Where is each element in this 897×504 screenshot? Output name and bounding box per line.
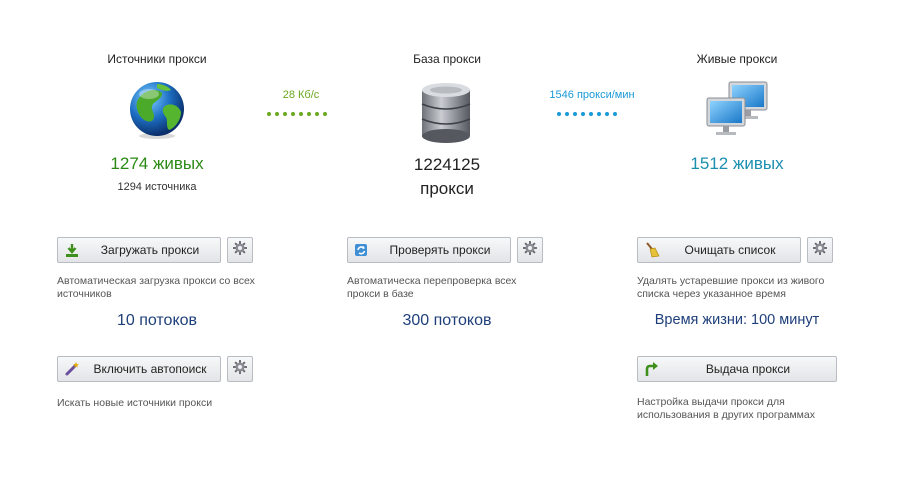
download-icon [64, 242, 80, 258]
load-proxy-label: Загружать прокси [100, 243, 200, 257]
sources-live-count: 1274 живых [110, 154, 204, 173]
autosearch-settings-button[interactable] [227, 356, 253, 382]
database-count-unit: прокси [420, 179, 474, 198]
database-icon [418, 82, 474, 144]
proxy-output-button[interactable]: Выдача прокси [637, 356, 837, 382]
gear-icon [522, 240, 538, 261]
sources-title: Источники прокси [107, 52, 207, 66]
clear-list-description: Удалять устаревшие прокси из живого спис… [637, 275, 825, 300]
clear-settings-button[interactable] [807, 237, 833, 263]
lifetime: Время жизни: 100 минут [654, 312, 820, 328]
clear-list-button[interactable]: Очищать список [637, 237, 801, 263]
download-speed: 28 Кб/с [282, 89, 320, 101]
sources-count: 1294 источника [117, 181, 197, 193]
broom-icon [644, 242, 660, 258]
proxy-output-description: Настройка выдачи прокси для использовани… [637, 396, 815, 421]
proxy-output-label: Выдача прокси [705, 362, 791, 376]
load-proxy-button[interactable]: Загружать прокси [57, 237, 221, 263]
flow-dots-right [557, 112, 617, 118]
database-title: База прокси [413, 52, 481, 66]
database-threads: 300 потоков [402, 312, 492, 329]
check-proxy-label: Проверять прокси [389, 243, 491, 257]
load-settings-button[interactable] [227, 237, 253, 263]
live-title: Живые прокси [696, 52, 778, 66]
load-proxy-description: Автоматическая загрузка прокси со всех и… [57, 275, 255, 300]
clear-list-label: Очищать список [684, 243, 776, 257]
autosearch-button[interactable]: Включить автопоиск [57, 356, 221, 382]
computers-icon [705, 80, 769, 140]
autosearch-description: Искать новые источники прокси [57, 397, 213, 409]
check-proxy-button[interactable]: Проверять прокси [347, 237, 511, 263]
check-settings-button[interactable] [517, 237, 543, 263]
check-proxy-description: Автоматическа перепроверка всех прокси в… [347, 275, 517, 300]
sources-threads: 10 потоков [116, 312, 198, 329]
database-count: 1224125 [413, 155, 481, 174]
check-rate: 1546 прокси/мин [549, 89, 635, 101]
arrow-turn-icon [644, 361, 660, 377]
flow-dots-left [267, 112, 327, 118]
autosearch-label: Включить автопоиск [93, 362, 207, 376]
live-count: 1512 живых [690, 154, 784, 173]
gear-icon [812, 240, 828, 261]
magic-wand-icon [64, 361, 80, 377]
gear-icon [232, 240, 248, 261]
gear-icon [232, 359, 248, 380]
refresh-icon [354, 242, 370, 258]
globe-icon [127, 80, 187, 140]
